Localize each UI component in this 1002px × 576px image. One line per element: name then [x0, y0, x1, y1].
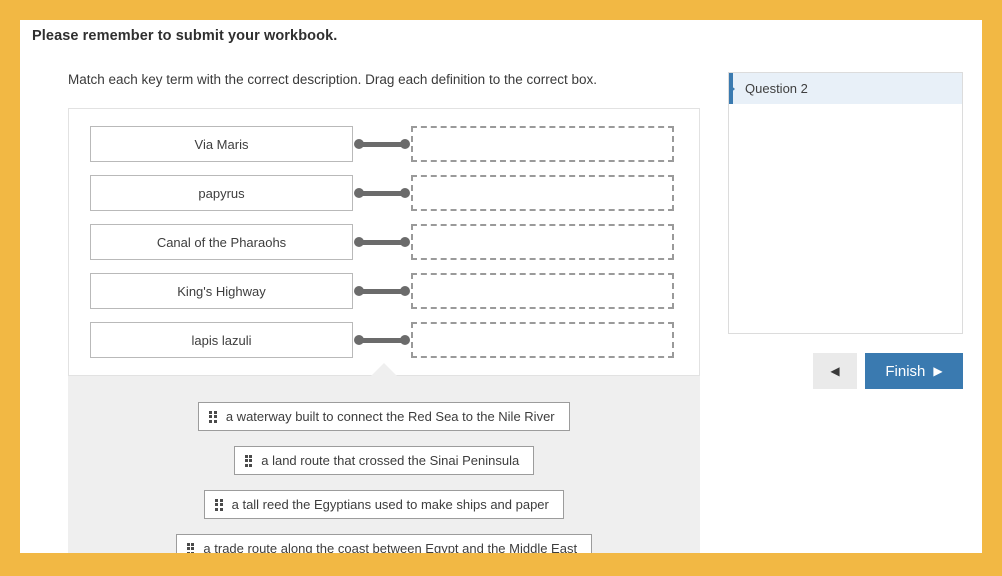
drop-zone[interactable] — [411, 175, 674, 211]
definition-text: a waterway built to connect the Red Sea … — [225, 409, 555, 424]
definition-tray: a waterway built to connect the Red Sea … — [68, 363, 700, 553]
term-label: lapis lazuli — [191, 332, 252, 348]
question-nav-panel: Question 2 — [728, 72, 963, 334]
draggable-definition[interactable]: a land route that crossed the Sinai Peni… — [233, 446, 535, 475]
definition-list: a waterway built to connect the Red Sea … — [68, 402, 700, 553]
match-row: lapis lazuli — [90, 322, 678, 358]
page-sheet: Please remember to submit your workbook.… — [20, 20, 982, 553]
match-row: Via Maris — [90, 126, 678, 162]
tray-notch-icon — [371, 363, 397, 376]
connector-knob-right — [400, 139, 410, 149]
drag-handle-icon[interactable] — [215, 498, 223, 511]
term-box: papyrus — [90, 175, 353, 211]
connector-knob-right — [400, 335, 410, 345]
reminder-banner-text: Please remember to submit your workbook. — [32, 28, 338, 44]
question-navigator-sidebar: Question 2 ◀ Finish ▶ — [728, 72, 963, 389]
drag-handle-icon[interactable] — [209, 410, 217, 423]
connector-bar — [358, 288, 406, 294]
term-label: papyrus — [198, 185, 245, 201]
question-prompt: Match each key term with the correct des… — [68, 72, 597, 87]
draggable-definition[interactable]: a trade route along the coast between Eg… — [175, 534, 593, 553]
definition-text: a land route that crossed the Sinai Peni… — [261, 453, 520, 468]
finish-button-label: Finish — [885, 362, 926, 380]
term-box: lapis lazuli — [90, 322, 353, 358]
term-label: Canal of the Pharaohs — [156, 234, 287, 250]
definition-text: a trade route along the coast between Eg… — [203, 541, 578, 553]
connector-line — [353, 175, 411, 211]
connector-line — [353, 224, 411, 260]
match-row: papyrus — [90, 175, 678, 211]
drop-zone[interactable] — [411, 126, 674, 162]
sidebar-item-question-2[interactable]: Question 2 — [729, 73, 962, 104]
draggable-definition[interactable]: a tall reed the Egyptians used to make s… — [204, 490, 564, 519]
connector-bar — [358, 141, 406, 147]
term-label: King's Highway — [177, 283, 266, 299]
drag-handle-icon[interactable] — [244, 454, 253, 467]
draggable-definition[interactable]: a waterway built to connect the Red Sea … — [198, 402, 570, 431]
term-box: Canal of the Pharaohs — [90, 224, 353, 260]
connector-knob-right — [400, 188, 410, 198]
matching-card: Via Maris papyrus Canal of the Pharaohs … — [68, 108, 700, 375]
connector-bar — [358, 337, 406, 343]
connector-line — [353, 322, 411, 358]
caret-right-icon — [729, 83, 735, 94]
drop-zone[interactable] — [411, 322, 674, 358]
drop-zone[interactable] — [411, 273, 674, 309]
previous-question-button[interactable]: ◀ — [813, 353, 857, 389]
term-label: Via Maris — [194, 136, 249, 152]
drop-zone[interactable] — [411, 224, 674, 260]
match-row: King's Highway — [90, 273, 678, 309]
navigation-buttons: ◀ Finish ▶ — [728, 353, 963, 389]
arrow-right-icon: ▶ — [933, 364, 943, 378]
term-box: King's Highway — [90, 273, 353, 309]
question-area: Match each key term with the correct des… — [68, 72, 728, 553]
sidebar-item-label: Question 2 — [745, 81, 808, 96]
connector-line — [353, 273, 411, 309]
connector-bar — [358, 190, 406, 196]
connector-line — [353, 126, 411, 162]
app-frame: Please remember to submit your workbook.… — [0, 0, 1002, 576]
reminder-banner: Please remember to submit your workbook. — [20, 20, 982, 52]
connector-knob-right — [400, 237, 410, 247]
connector-bar — [358, 239, 406, 245]
definition-text: a tall reed the Egyptians used to make s… — [231, 497, 549, 512]
finish-button[interactable]: Finish ▶ — [865, 353, 963, 389]
connector-knob-right — [400, 286, 410, 296]
match-row: Canal of the Pharaohs — [90, 224, 678, 260]
term-box: Via Maris — [90, 126, 353, 162]
drag-handle-icon[interactable] — [186, 542, 195, 553]
